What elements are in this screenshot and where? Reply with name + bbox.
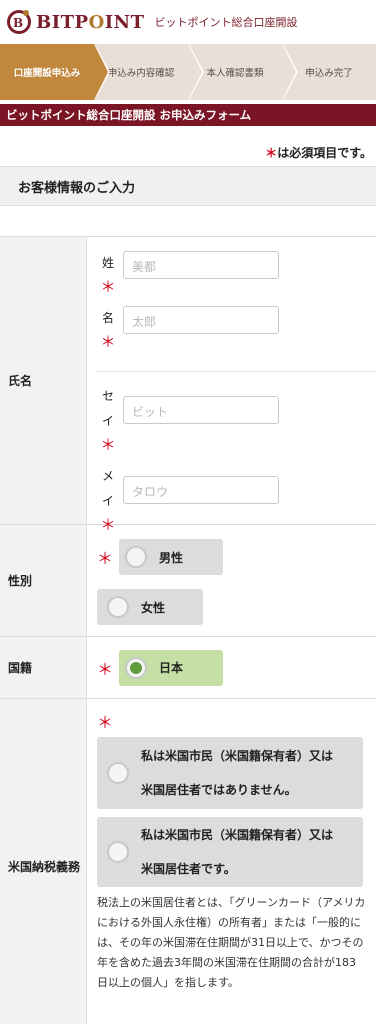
form-title-bar: ビットポイント総合口座開設 お申込みフォーム [0, 104, 376, 126]
step-label: 本人確認書類 [206, 68, 264, 79]
mei-label: 名 [101, 311, 114, 325]
radio-circle-icon [107, 762, 129, 784]
us-tax-row: 米国納税義務 ＊ 私は米国市民（米国籍保有者）又は 米国居住者ではありません。 … [0, 699, 376, 1024]
name-label: 氏名 [0, 237, 87, 524]
required-star: ＊ [100, 333, 116, 351]
radio-selected-icon [125, 656, 148, 679]
progress-steps: 口座開設申込み 申込み内容確認 本人確認書類 申込み完了 [0, 44, 376, 100]
bitpoint-logo-icon: B [6, 7, 32, 37]
step-label: 申込み内容確認 [107, 68, 175, 79]
step-label: 申込み完了 [305, 68, 353, 79]
us-tax-yes-option[interactable]: 私は米国市民（米国籍保有者）又は 米国居住者です。 [97, 817, 363, 887]
required-star: ＊ [265, 146, 278, 160]
required-star: ＊ [97, 549, 114, 568]
nationality-japan-option[interactable]: 日本 [119, 649, 224, 686]
brand-name: BITPOINT [36, 11, 145, 33]
gender-female-option[interactable]: 女性 [97, 589, 203, 625]
nationality-label: 国籍 [0, 637, 87, 698]
gender-female-label: 女性 [141, 600, 166, 615]
mei-kana-label: メ [101, 469, 114, 483]
required-note: ＊は必須項目です。 [0, 126, 376, 166]
radio-circle-icon [107, 841, 129, 863]
kanji-name-block: 姓 ＊ 美都 名 ＊ 太郎 [97, 237, 376, 372]
nationality-japan-label: 日本 [159, 661, 184, 675]
sei-kana-label: イ [101, 414, 114, 428]
required-star: ＊ [97, 713, 114, 732]
us-tax-yes-label: 米国居住者です。 [141, 862, 236, 876]
required-star: ＊ [100, 436, 116, 454]
gender-male-option[interactable]: 男性 [119, 539, 224, 575]
radio-circle-icon [107, 596, 129, 618]
us-tax-no-label: 米国居住者ではありません。 [141, 783, 297, 797]
us-tax-label: 米国納税義務 [0, 699, 87, 1024]
us-resident-note: 税法上の米国居住者とは、「グリーンカード（アメリカにおける外国人永住権）の所有者… [97, 896, 366, 989]
app-header: B BITPOINT ビットポイント総合口座開設 [0, 0, 376, 44]
name-row: 氏名 姓＊ 美都 名＊ 太郎 セイ＊ ビット メイ＊ タロウ [0, 237, 376, 534]
sei-label: 姓 [101, 256, 114, 270]
section-title: お客様情報のご入力 [0, 166, 376, 206]
us-tax-no-label: 私は米国市民（米国籍保有者）又は [141, 749, 334, 763]
radio-circle-icon [125, 546, 148, 568]
gender-male-label: 男性 [159, 550, 184, 565]
step-label: 口座開設申込み [13, 68, 81, 79]
sei-kana-input[interactable]: ビット [123, 396, 279, 424]
mei-kana-input[interactable]: タロウ [123, 476, 279, 504]
required-star: ＊ [100, 278, 116, 296]
svg-text:B: B [13, 16, 23, 30]
gender-label: 性別 [0, 525, 87, 636]
sei-input[interactable]: 美都 [123, 251, 279, 279]
us-tax-no-option[interactable]: 私は米国市民（米国籍保有者）又は 米国居住者ではありません。 [97, 737, 363, 809]
step-application: 口座開設申込み [0, 44, 110, 100]
header-tagline: ビットポイント総合口座開設 [154, 16, 298, 29]
required-note-text: は必須項目です。 [277, 146, 372, 160]
nationality-row: 国籍 ＊ 日本 [0, 637, 376, 699]
required-star: ＊ [97, 659, 114, 679]
customer-form: 氏名 姓＊ 美都 名＊ 太郎 セイ＊ ビット メイ＊ タロウ 性別 ＊ 男性 女… [0, 236, 376, 1024]
gender-row: 性別 ＊ 男性 女性 [0, 525, 376, 637]
us-tax-yes-label: 私は米国市民（米国籍保有者）又は [141, 828, 334, 842]
sei-kana-label: セ [101, 389, 114, 403]
mei-kana-label: イ [101, 494, 114, 508]
mei-input[interactable]: 太郎 [123, 306, 279, 334]
